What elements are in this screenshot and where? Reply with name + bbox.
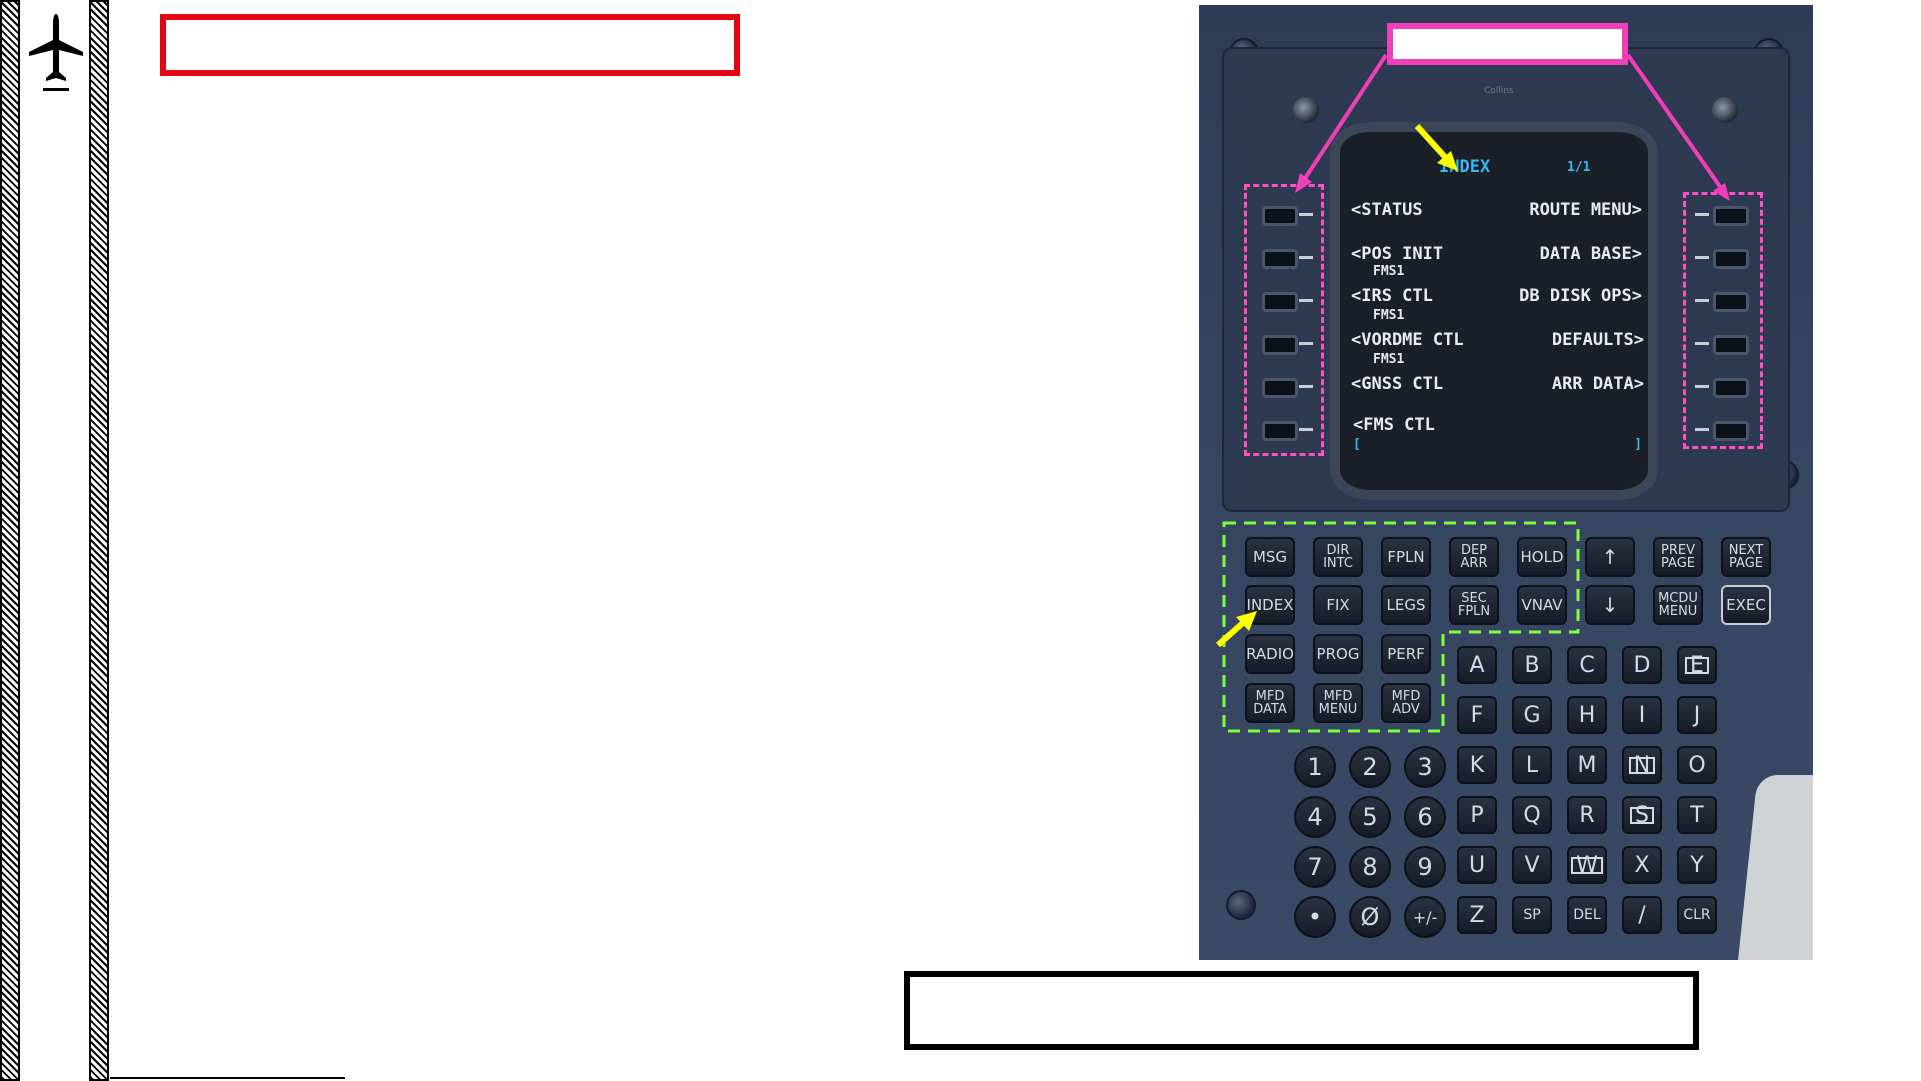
airplane-icon [29, 14, 83, 91]
annotation-arrows [1216, 53, 1730, 733]
mcdu-panel: Collins INDEX 1/1 <STATUS <POS INIT FMS1… [1199, 5, 1813, 960]
right-rail-hatch [89, 0, 109, 1081]
left-rail-hatch [0, 0, 20, 1081]
title-callout-box [160, 14, 740, 76]
caption-callout-box [904, 971, 1699, 1050]
pink-label-box [1387, 23, 1628, 65]
footer-rule [110, 1077, 345, 1079]
